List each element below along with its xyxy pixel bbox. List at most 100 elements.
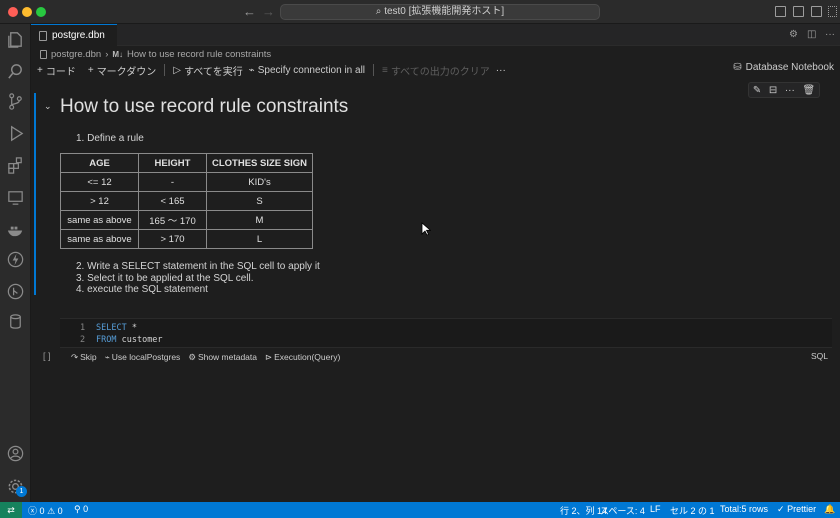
list-item: 1. Define a rule bbox=[76, 133, 144, 144]
database-icon[interactable] bbox=[6, 312, 25, 331]
show-metadata-label: Show metadata bbox=[197, 352, 258, 362]
delete-icon[interactable]: 🗑 bbox=[802, 85, 815, 96]
minimize-window-button[interactable] bbox=[22, 7, 32, 17]
prettier-label: Prettier bbox=[787, 504, 817, 514]
docker-icon[interactable] bbox=[6, 220, 25, 239]
plus-icon: + bbox=[87, 64, 94, 76]
toolbar-divider bbox=[373, 64, 375, 76]
plug-icon: ⌁ bbox=[104, 351, 110, 362]
table-header-cell: CLOTHES SIZE SIGN bbox=[206, 153, 313, 173]
breadcrumb-file[interactable]: postgre.dbn bbox=[51, 49, 101, 60]
table-cell: M bbox=[206, 210, 313, 230]
tab-postgre-dbn[interactable]: postgre.dbn bbox=[31, 24, 117, 46]
specify-connection-button[interactable]: ⌁ Specify connection in all bbox=[249, 65, 365, 76]
chevron-right-icon: › bbox=[105, 48, 109, 60]
split-editor-icon[interactable]: ◫ bbox=[807, 29, 816, 40]
cell-language-picker[interactable]: SQL bbox=[811, 351, 828, 361]
notebook-toolbar: + コード + マークダウン ▷ すべてを実行 ⌁ Specify connection… bbox=[31, 61, 840, 79]
add-markdown-label: マークダウン bbox=[96, 66, 157, 78]
remote-indicator-icon[interactable]: ⇄ bbox=[0, 502, 22, 518]
lightning-icon[interactable] bbox=[6, 250, 25, 269]
source-control-icon[interactable] bbox=[6, 92, 25, 111]
sql-keyword: SELECT bbox=[96, 323, 127, 333]
search-icon: ⌕ bbox=[375, 6, 385, 17]
more-actions-icon[interactable]: ··· bbox=[825, 29, 835, 40]
rules-table: AGE HEIGHT CLOTHES SIZE SIGN <= 12 - KID… bbox=[60, 153, 313, 249]
status-bar: ⇄ ⓧ 0 ⚠ 0 ⚲ 0 行 2、列 14 スペース: 4 LF セル 2 の… bbox=[0, 502, 840, 518]
error-icon: ⓧ bbox=[28, 506, 38, 516]
layout-panel-icon[interactable] bbox=[793, 6, 804, 17]
kernel-picker[interactable]: ⛁ Database Notebook bbox=[733, 62, 834, 73]
execution-mode-label: Execution(Query) bbox=[274, 352, 341, 362]
table-cell: same as above bbox=[60, 210, 139, 230]
execution-mode-button[interactable]: ⊳ Execution(Query) bbox=[265, 352, 340, 363]
execute-icon: ⊳ bbox=[265, 351, 273, 362]
ports-indicator[interactable]: ⚲ 0 bbox=[74, 504, 88, 515]
cell-status-bar: ↷ Skip ⌁ Use localPostgres ⚙ Show metadata … bbox=[71, 351, 340, 363]
indentation[interactable]: スペース: 4 bbox=[600, 504, 645, 517]
tab-label: postgre.dbn bbox=[52, 30, 105, 41]
layout-customize-icon[interactable] bbox=[828, 6, 837, 17]
list-item: 3. Select it to be applied at the SQL ce… bbox=[76, 272, 254, 284]
cell-toolbar: ✎ ⊟ ··· 🗑 bbox=[748, 82, 820, 98]
mouse-cursor-icon bbox=[421, 222, 431, 236]
edit-icon[interactable]: ✎ bbox=[753, 85, 761, 96]
more-icon[interactable]: ··· bbox=[785, 85, 795, 96]
run-all-button[interactable]: ▷ すべてを実行 bbox=[173, 63, 242, 78]
show-metadata-button[interactable]: ⚙ Show metadata bbox=[188, 352, 257, 363]
remote-explorer-icon[interactable] bbox=[6, 188, 25, 207]
run-debug-icon[interactable] bbox=[6, 124, 25, 143]
maximize-window-button[interactable] bbox=[36, 7, 46, 17]
line-ending[interactable]: LF bbox=[650, 504, 661, 514]
close-window-button[interactable] bbox=[8, 7, 18, 17]
use-connection-button[interactable]: ⌁ Use localPostgres bbox=[105, 352, 181, 363]
kernel-label: Database Notebook bbox=[745, 62, 834, 73]
split-cell-icon[interactable]: ⊟ bbox=[769, 85, 777, 96]
back-arrow-icon[interactable]: ← bbox=[243, 4, 256, 19]
cell-indicator[interactable]: セル 2 の 1 bbox=[670, 504, 715, 517]
list-item-text: Define a rule bbox=[87, 133, 144, 144]
editor-tab-bar: postgre.dbn ⚙ ◫ ··· bbox=[31, 24, 840, 46]
code-text: customer bbox=[116, 335, 163, 345]
file-icon bbox=[40, 49, 47, 59]
more-toolbar-button[interactable]: ··· bbox=[496, 65, 506, 76]
layout-secondary-icon[interactable] bbox=[811, 6, 822, 17]
chevron-down-icon[interactable]: ⌄ bbox=[44, 101, 52, 112]
table-cell: > 12 bbox=[60, 191, 139, 211]
table-cell: < 165 bbox=[138, 191, 207, 211]
add-code-cell-button[interactable]: + コード bbox=[37, 63, 76, 78]
gear-icon: ⚙ bbox=[188, 351, 196, 362]
problems-indicator[interactable]: ⓧ 0 ⚠ 0 bbox=[28, 504, 63, 517]
code-line: 2 FROM customer bbox=[80, 335, 163, 345]
notifications-icon[interactable]: 🔔 bbox=[824, 504, 835, 515]
search-icon[interactable] bbox=[6, 62, 25, 81]
table-row: same as above 165 ～ 170 M bbox=[60, 210, 313, 230]
table-row: > 12 < 165 S bbox=[60, 191, 313, 211]
sql-code-editor[interactable] bbox=[60, 318, 832, 348]
plus-icon: + bbox=[37, 64, 43, 76]
extensions-icon[interactable] bbox=[6, 156, 25, 175]
clear-all-outputs-button[interactable]: ≡ すべての出力のクリア bbox=[382, 63, 490, 78]
table-header-cell: AGE bbox=[60, 153, 139, 173]
total-rows[interactable]: Total:5 rows bbox=[720, 504, 768, 514]
gear-icon[interactable]: ⚙ bbox=[789, 29, 798, 40]
add-markdown-cell-button[interactable]: + マークダウン bbox=[88, 63, 156, 78]
breadcrumb-section[interactable]: How to use record rule constraints bbox=[127, 49, 271, 60]
table-cell: L bbox=[206, 229, 313, 249]
skip-button[interactable]: ↷ Skip bbox=[71, 352, 97, 363]
settings-update-badge: 1 bbox=[16, 486, 27, 497]
warning-icon: ⚠ bbox=[47, 506, 56, 516]
layout-sidebar-icon[interactable] bbox=[775, 6, 786, 17]
cell-execution-brackets: [ ] bbox=[43, 351, 51, 361]
git-graph-icon[interactable] bbox=[6, 282, 25, 301]
prettier-indicator[interactable]: ✓ Prettier bbox=[777, 504, 816, 515]
table-row: <= 12 - KID's bbox=[60, 172, 313, 192]
specify-connection-label: Specify connection in all bbox=[257, 64, 366, 76]
command-center[interactable]: ⌕ test0 [拡張機能開発ホスト] bbox=[280, 4, 600, 20]
account-icon[interactable] bbox=[6, 444, 25, 463]
explorer-icon[interactable] bbox=[6, 30, 25, 49]
warning-count: 0 bbox=[57, 506, 63, 516]
ordered-list: 2. Write a SELECT statement in the SQL c… bbox=[76, 261, 320, 296]
forward-arrow-icon[interactable]: → bbox=[262, 4, 275, 19]
plug-icon: ⌁ bbox=[248, 64, 255, 76]
